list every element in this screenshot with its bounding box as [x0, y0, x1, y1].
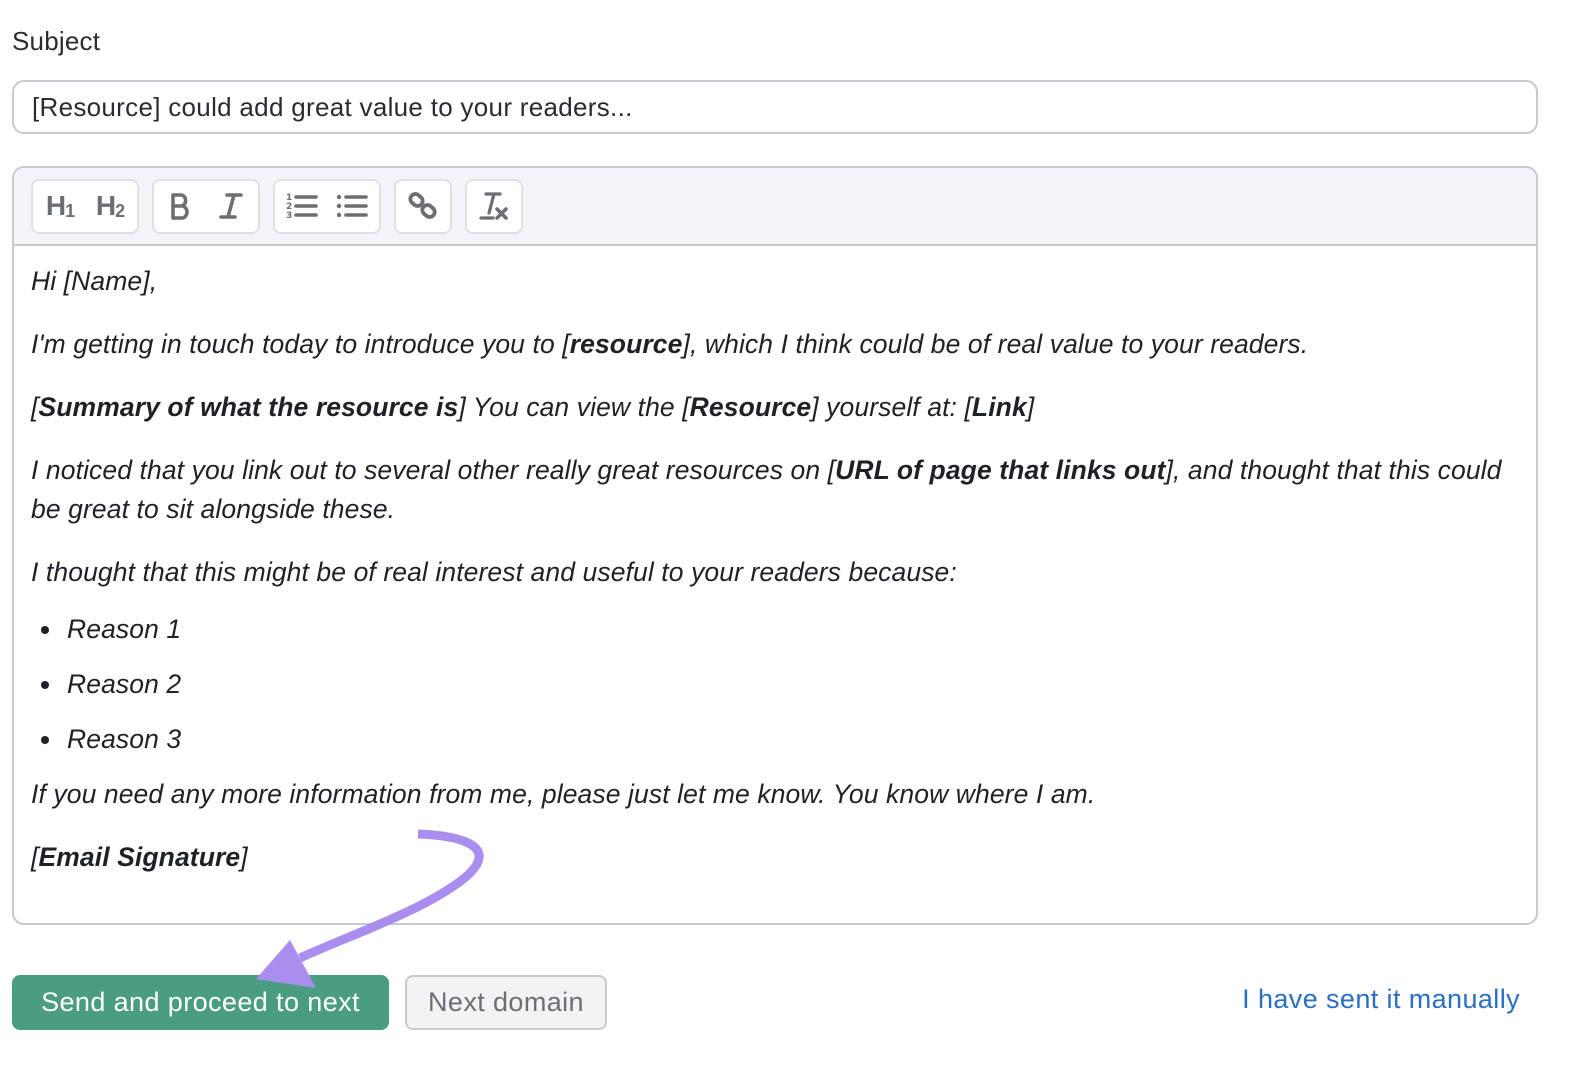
- svg-text:3: 3: [286, 211, 292, 221]
- links-paragraph: I noticed that you link out to several o…: [31, 451, 1519, 529]
- resource-name-placeholder: Resource: [689, 392, 812, 422]
- summary-text-2: ] yourself at: [: [811, 392, 972, 422]
- heading-1-icon: H1: [45, 190, 75, 221]
- text-style-group: [152, 178, 260, 234]
- reasons-intro-paragraph: I thought that this might be of real int…: [31, 553, 1519, 592]
- summary-paragraph: [Summary of what the resource is] You ca…: [31, 388, 1519, 427]
- ordered-list-icon: 1 2 3: [286, 193, 318, 221]
- clear-format-icon: [479, 192, 508, 220]
- heading-2-icon: H2: [95, 190, 125, 221]
- bullet-list-icon: [336, 194, 368, 218]
- bullet-list-button[interactable]: [335, 186, 369, 226]
- bold-icon: [171, 193, 189, 220]
- intro-paragraph: I'm getting in touch today to introduce …: [31, 325, 1519, 364]
- url-placeholder: URL of page that links out: [835, 455, 1166, 485]
- link-group: [394, 178, 452, 234]
- heading-1-button[interactable]: H1: [43, 186, 77, 226]
- subject-input[interactable]: [Resource] could add great value to your…: [12, 80, 1538, 134]
- signature-paragraph: [Email Signature]: [31, 838, 1519, 877]
- heading-group: H1 H2: [31, 178, 139, 234]
- next-domain-button[interactable]: Next domain: [405, 975, 607, 1030]
- reasons-list: Reason 1 Reason 2 Reason 3: [31, 610, 1519, 759]
- intro-text-end: ], which I think could be of real value …: [682, 329, 1309, 359]
- resource-placeholder: resource: [569, 329, 683, 359]
- list-item: Reason 1: [31, 610, 1519, 649]
- email-body-editor: H1 H2 1 2 3 Hi [Name], I'm getting in to…: [12, 166, 1538, 925]
- italic-button[interactable]: [214, 186, 248, 226]
- link-icon: [408, 192, 437, 219]
- heading-2-button[interactable]: H2: [93, 186, 127, 226]
- clear-format-button[interactable]: [477, 186, 511, 226]
- insert-link-button[interactable]: [406, 186, 440, 226]
- send-and-proceed-button[interactable]: Send and proceed to next: [12, 975, 389, 1030]
- clear-format-group: [465, 178, 523, 234]
- closing-paragraph: If you need any more information from me…: [31, 775, 1519, 814]
- sent-manually-link[interactable]: I have sent it manually: [1242, 984, 1520, 1015]
- closing-text: If you need any more information from me…: [31, 779, 1096, 809]
- bracket: ]: [240, 842, 248, 872]
- links-text: I noticed that you link out to several o…: [31, 455, 836, 485]
- formatting-toolbar: H1 H2 1 2 3: [14, 168, 1536, 246]
- intro-text: I'm getting in touch today to introduce …: [31, 329, 570, 359]
- list-group: 1 2 3: [273, 178, 381, 234]
- link-placeholder: Link: [971, 392, 1027, 422]
- summary-placeholder: Summary of what the resource is: [38, 392, 459, 422]
- italic-icon: [219, 193, 243, 219]
- email-compose-page: Subject [Resource] could add great value…: [0, 0, 1584, 1068]
- subject-label: Subject: [12, 26, 101, 56]
- list-item: Reason 2: [31, 665, 1519, 704]
- subject-input-value: [Resource] could add great value to your…: [32, 91, 633, 122]
- list-item: Reason 3: [31, 720, 1519, 759]
- summary-text: ] You can view the [: [458, 392, 690, 422]
- reasons-intro-text: I thought that this might be of real int…: [31, 557, 957, 587]
- greeting-paragraph: Hi [Name],: [31, 262, 1519, 301]
- signature-placeholder: Email Signature: [38, 842, 241, 872]
- ordered-list-button[interactable]: 1 2 3: [285, 186, 319, 226]
- bracket: ]: [1026, 392, 1035, 422]
- bold-button[interactable]: [164, 186, 198, 226]
- greeting-text: Hi [Name],: [31, 266, 158, 296]
- email-body-content[interactable]: Hi [Name], I'm getting in touch today to…: [14, 246, 1536, 877]
